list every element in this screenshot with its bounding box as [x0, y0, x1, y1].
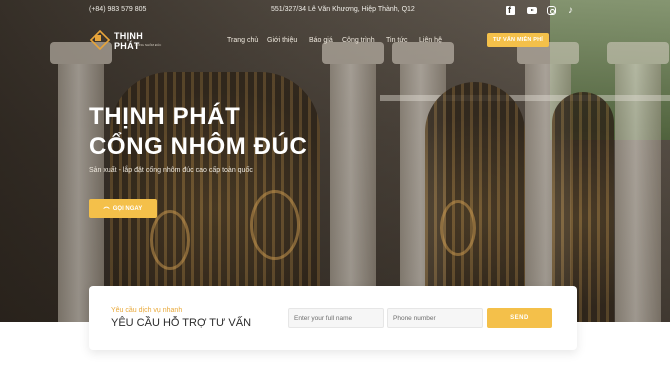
logo[interactable]: THỊNH PHÁT CỔNG NHÔM ĐÚC	[89, 29, 169, 51]
nav-item-projects[interactable]: Công trình	[342, 37, 375, 44]
nav-item-news[interactable]: Tin tức	[386, 37, 408, 44]
full-name-input[interactable]: Enter your full name	[288, 308, 384, 328]
instagram-icon[interactable]	[547, 6, 556, 15]
top-bar: (+84) 983 579 805 551/327/34 Lê Văn Khươ…	[0, 0, 670, 22]
tiktok-icon[interactable]: ♪	[568, 6, 577, 16]
consult-form-card: Yêu cầu dịch vụ nhanh YÊU CẦU HỖ TRỢ TƯ …	[89, 286, 577, 350]
hero-subtitle: Sản xuất - lắp đặt cổng nhôm đúc cao cấp…	[89, 167, 253, 174]
nav-item-pricing[interactable]: Báo giá	[309, 37, 333, 44]
phone-number-input[interactable]: Phone number	[387, 308, 483, 328]
facebook-icon[interactable]	[506, 5, 515, 15]
call-now-button[interactable]: GỌI NGAY	[89, 199, 157, 218]
page: (+84) 983 579 805 551/327/34 Lê Văn Khươ…	[0, 0, 670, 377]
top-phone[interactable]: (+84) 983 579 805	[89, 6, 146, 13]
form-kicker: Yêu cầu dịch vụ nhanh	[111, 307, 183, 314]
logo-name: THỊNH PHÁT	[114, 31, 143, 51]
logo-mark-icon	[89, 29, 109, 49]
phone-icon	[102, 204, 110, 213]
send-button[interactable]: SEND	[487, 308, 552, 328]
free-consult-button[interactable]: TƯ VẤN MIỄN PHÍ	[487, 33, 549, 47]
logo-tagline: CỔNG NHÔM ĐÚC	[135, 43, 162, 47]
nav-item-about[interactable]: Giới thiệu	[267, 37, 297, 44]
form-title: YÊU CẦU HỖ TRỢ TƯ VẤN	[111, 317, 252, 329]
top-address: 551/327/34 Lê Văn Khương, Hiệp Thành, Q1…	[271, 6, 415, 13]
hero-title-line2: CỔNG NHÔM ĐÚC	[89, 133, 308, 160]
hero-title-line1: THỊNH PHÁT	[89, 103, 241, 130]
youtube-icon[interactable]	[527, 7, 537, 14]
nav-item-home[interactable]: Trang chủ	[227, 37, 258, 44]
call-now-label: GỌI NGAY	[112, 205, 143, 212]
nav-item-contact[interactable]: Liên hệ	[419, 37, 442, 44]
